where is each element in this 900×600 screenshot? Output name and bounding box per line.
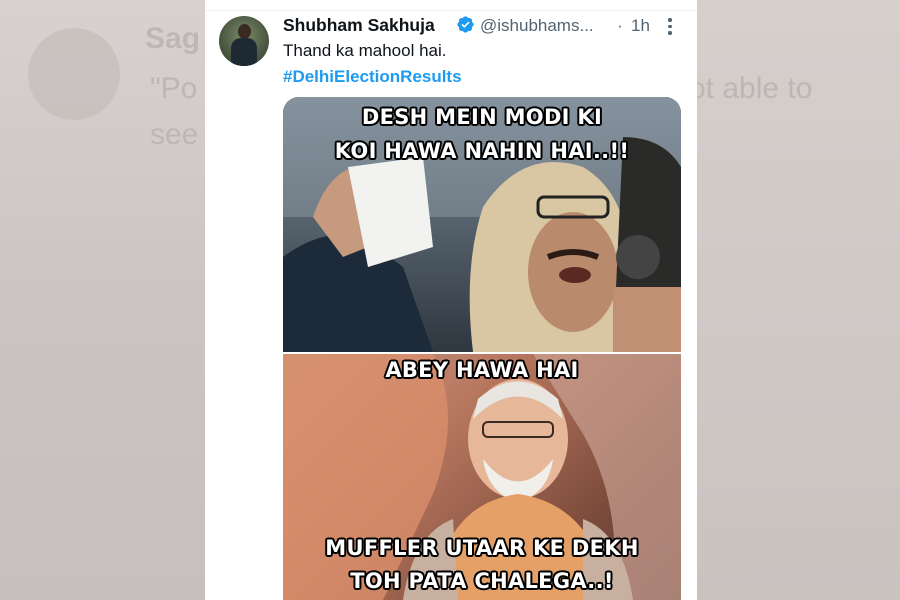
- author-handle[interactable]: @ishubhams...: [480, 16, 594, 36]
- background-text: ot able to: [697, 72, 813, 105]
- background-left-blurred: Sag "Po see: [0, 0, 205, 600]
- separator-dot: ·: [617, 16, 623, 35]
- background-right-blurred: ot able to: [697, 0, 900, 600]
- background-text: see: [150, 118, 199, 151]
- tweet-text: Thand ka mahool hai.: [283, 41, 447, 60]
- tweet-card[interactable]: Shubham Sakhuja @ishubhams... · 1h Thand…: [205, 0, 697, 600]
- background-name: Sag: [145, 22, 201, 55]
- meme-caption-top-line2: KOI HAWA NAHIN HAI..!!: [334, 139, 630, 163]
- meme-caption-bottom-line2: TOH PATA CHALEGA..!: [350, 569, 614, 593]
- avatar[interactable]: [219, 16, 269, 66]
- background-avatar: [28, 28, 120, 120]
- meme-caption-middle: ABEY HAWA HAI: [385, 358, 579, 382]
- more-options-icon[interactable]: [667, 18, 673, 36]
- hashtag-link[interactable]: #DelhiElectionResults: [283, 67, 462, 87]
- background-text: "Po: [150, 72, 198, 105]
- meme-caption-bottom-line1: MUFFLER UTAAR KE DEKH: [325, 536, 639, 560]
- verified-badge-icon: [457, 16, 474, 33]
- author-name[interactable]: Shubham Sakhuja: [283, 15, 435, 36]
- meme-caption-top-line1: DESH MEIN MODI KI: [361, 105, 603, 129]
- divider: [205, 10, 697, 11]
- meme-panel-bottom: ABEY HAWA HAI MUFFLER UTAAR KE DEKH TOH …: [283, 354, 681, 600]
- tweet-timestamp[interactable]: 1h: [631, 16, 650, 36]
- tweet-media-image[interactable]: DESH MEIN MODI KI KOI HAWA NAHIN HAI..!!…: [283, 97, 681, 600]
- meme-panel-top: DESH MEIN MODI KI KOI HAWA NAHIN HAI..!!: [283, 97, 681, 352]
